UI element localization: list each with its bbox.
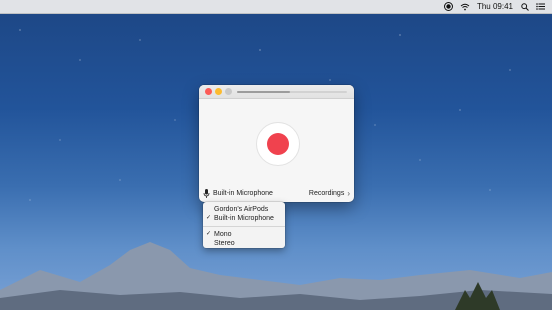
input-source-menu: Gordon's AirPods ✓ Built-in Microphone ✓… xyxy=(203,202,285,248)
search-icon[interactable] xyxy=(521,0,529,13)
close-button[interactable] xyxy=(205,88,212,95)
checkmark-icon: ✓ xyxy=(206,231,212,237)
record-icon xyxy=(267,133,289,155)
recorder-window: Built-in Microphone Recordings › xyxy=(199,85,354,202)
menu-item-label: Mono xyxy=(214,231,232,238)
menu-item-stereo[interactable]: Stereo xyxy=(203,239,285,248)
microphone-icon xyxy=(203,189,210,198)
zoom-button[interactable] xyxy=(225,88,232,95)
level-meter-fill xyxy=(237,91,290,93)
minimize-button[interactable] xyxy=(215,88,222,95)
menu-separator xyxy=(203,226,285,227)
menu-item-label: Gordon's AirPods xyxy=(214,206,269,213)
menu-item-mono[interactable]: ✓ Mono xyxy=(203,230,285,239)
record-button[interactable] xyxy=(256,122,300,166)
recordings-link[interactable]: Recordings › xyxy=(309,189,350,198)
input-source-label: Built-in Microphone xyxy=(213,190,273,197)
checkmark-icon: ✓ xyxy=(206,215,212,221)
menu-item-built-in-microphone[interactable]: ✓ Built-in Microphone xyxy=(203,214,285,223)
menu-item-gordons-airpods[interactable]: Gordon's AirPods xyxy=(203,205,285,214)
menu-bar: Thu 09:41 xyxy=(0,0,552,14)
title-bar[interactable] xyxy=(199,85,354,99)
input-source-selector[interactable]: Built-in Microphone xyxy=(203,189,273,198)
wifi-icon[interactable] xyxy=(460,0,470,13)
menu-item-label: Built-in Microphone xyxy=(214,215,274,222)
level-meter xyxy=(237,91,347,93)
menu-item-label: Stereo xyxy=(214,240,235,247)
recordings-label: Recordings xyxy=(308,190,345,197)
record-indicator-icon[interactable] xyxy=(443,0,453,13)
menubar-clock[interactable]: Thu 09:41 xyxy=(477,0,513,13)
list-icon[interactable] xyxy=(536,0,545,13)
chevron-right-icon: › xyxy=(347,189,350,198)
